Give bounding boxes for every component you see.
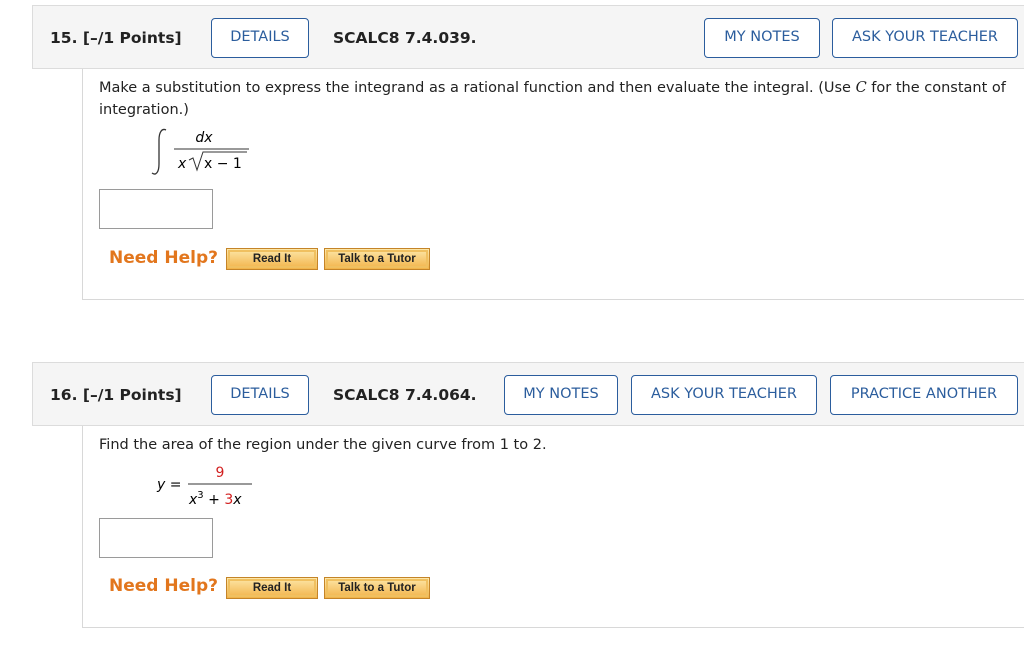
my-notes-button[interactable]: MY NOTES [504,375,618,415]
equation-numerator: 9 [216,465,225,481]
answer-input[interactable] [99,189,213,229]
need-help-label: Need Help? [109,576,218,596]
question-number: 15. [–/1 Points] [50,29,182,47]
denominator-x: x [177,156,187,172]
talk-to-tutor-button[interactable]: Talk to a Tutor [324,248,430,270]
question-prompt: Find the area of the region under the gi… [99,437,547,453]
question-16-body: Find the area of the region under the gi… [82,426,1024,628]
question-15-header: 15. [–/1 Points] DETAILS SCALC8 7.4.039.… [32,5,1024,69]
equation-lhs: y = [156,477,181,493]
practice-another-button[interactable]: PRACTICE ANOTHER [830,375,1018,415]
equation-denominator: x3 + 3x [188,490,242,508]
need-help-label: Need Help? [109,248,218,268]
integral-sign [151,128,167,175]
read-it-button[interactable]: Read It [226,248,318,270]
answer-input[interactable] [99,518,213,558]
question-code: SCALC8 7.4.039. [333,29,477,47]
question-prompt: Make a substitution to express the integ… [99,80,1006,118]
details-button[interactable]: DETAILS [211,18,309,58]
ask-teacher-button[interactable]: ASK YOUR TEACHER [631,375,817,415]
question-15-body: Make a substitution to express the integ… [82,69,1024,300]
my-notes-button[interactable]: MY NOTES [704,18,820,58]
read-it-button[interactable]: Read It [226,577,318,599]
question-number: 16. [–/1 Points] [50,386,182,404]
integral-expression: dx x x − 1 [151,128,249,175]
talk-to-tutor-button[interactable]: Talk to a Tutor [324,577,430,599]
radicand: x − 1 [204,156,242,172]
question-16-header: 16. [–/1 Points] DETAILS SCALC8 7.4.064.… [32,362,1024,426]
question-code: SCALC8 7.4.064. [333,386,477,404]
integral-numerator: dx [195,130,213,146]
details-button[interactable]: DETAILS [211,375,309,415]
ask-teacher-button[interactable]: ASK YOUR TEACHER [832,18,1018,58]
equation-expression: y = 9 x3 + 3x [156,465,252,508]
